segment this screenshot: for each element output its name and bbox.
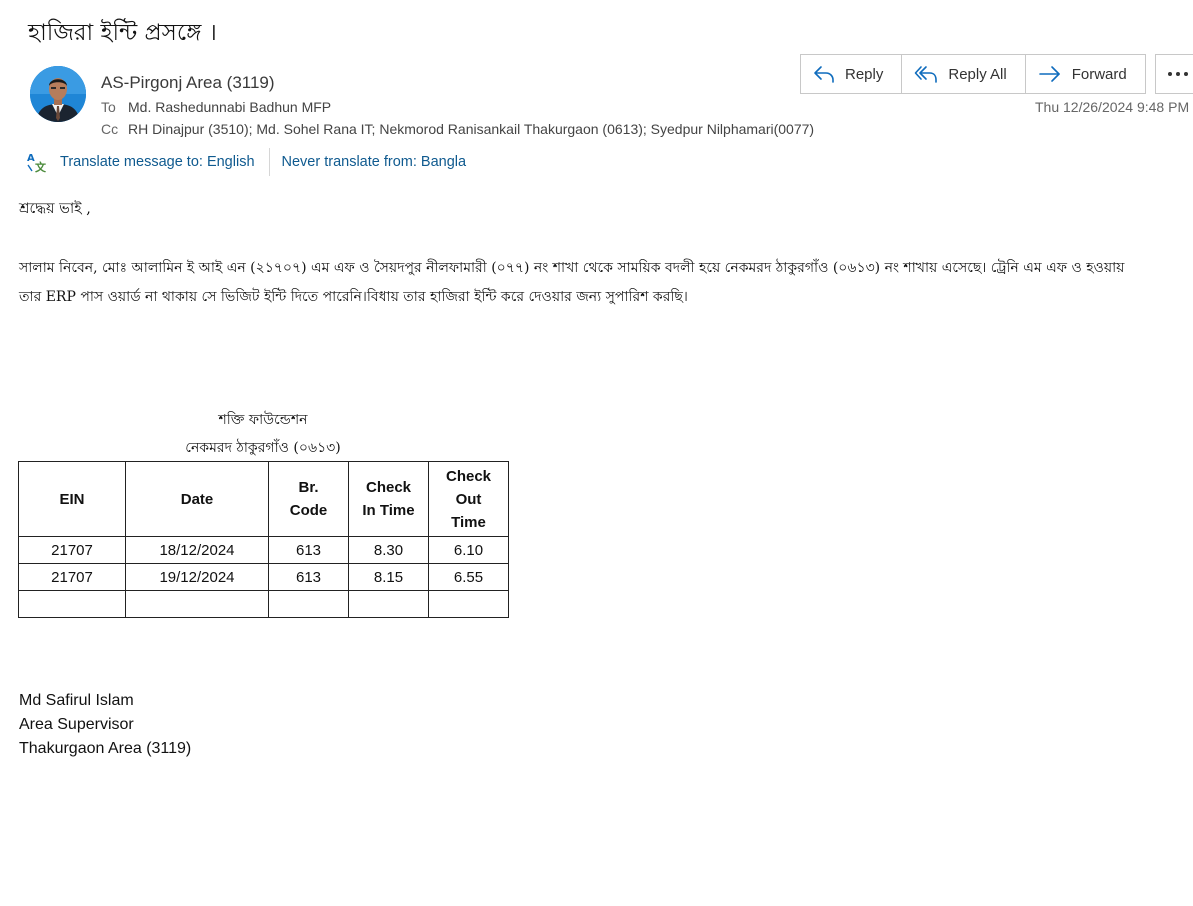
- sender-name[interactable]: AS-Pirgonj Area (3119): [101, 73, 275, 93]
- translate-bar: A 文 Translate message to: English Never …: [26, 148, 466, 176]
- body-paragraph-line-2: তার ERP পাস ওয়ার্ড না থাকায় সে ভিজিট ই…: [19, 289, 688, 305]
- header-date: Date: [125, 461, 269, 537]
- table-row: 21707 18/12/2024 613 8.30 6.10: [18, 536, 509, 564]
- forward-button[interactable]: Forward: [1026, 55, 1145, 93]
- reply-all-icon: [915, 66, 938, 83]
- cell-check-out: 6.10: [428, 536, 509, 564]
- email-subject: হাজিরা ইন্টি প্রসঙ্গে ।: [28, 20, 217, 46]
- header-br-code: Br. Code: [268, 461, 349, 537]
- cell-ein: [18, 590, 126, 618]
- forward-label: Forward: [1071, 65, 1127, 83]
- header-line: Code: [289, 502, 328, 519]
- header-line: Date: [180, 490, 214, 508]
- svg-text:A: A: [27, 153, 35, 164]
- table-row: 21707 19/12/2024 613 8.15 6.55: [18, 563, 509, 591]
- attendance-table: EIN Date Br. Code Check In Time Check Out Ti…: [18, 461, 509, 618]
- forward-icon: [1038, 66, 1060, 82]
- cell-date: [125, 590, 269, 618]
- reply-all-label: Reply All: [948, 65, 1007, 83]
- cell-check-out: 6.55: [428, 563, 509, 591]
- reply-button[interactable]: Reply: [801, 55, 903, 93]
- cell-check-in: 8.30: [348, 536, 429, 564]
- header-line: EIN: [59, 490, 85, 508]
- to-row: To Md. Rashedunnabi Badhun MFP: [101, 99, 331, 115]
- header-ein: EIN: [18, 461, 126, 537]
- translate-icon: A 文: [27, 153, 47, 173]
- signature-title: Area Supervisor: [19, 716, 134, 733]
- signature-area: Thakurgaon Area (3119): [19, 740, 192, 757]
- divider: [268, 148, 270, 176]
- greeting: শ্রদ্ধেয় ভাই ,: [19, 201, 91, 217]
- cell-ein: 21707: [18, 563, 126, 591]
- signature-name: Md Safirul Islam: [19, 692, 134, 709]
- header-check-in-time: Check In Time: [348, 461, 429, 537]
- branch-name: নেকমরদ ঠাকুরগাঁও (০৬১৩): [185, 440, 341, 456]
- never-translate-link[interactable]: Never translate from: Bangla: [282, 154, 467, 170]
- reply-label: Reply: [845, 65, 884, 83]
- header-line: Check: [365, 479, 412, 496]
- cell-date: 19/12/2024: [125, 563, 269, 591]
- table-row: [18, 590, 509, 618]
- cell-br-code: 613: [268, 536, 349, 564]
- header-line: In Time: [362, 502, 415, 519]
- header-line: Br.: [298, 479, 319, 496]
- cc-recipients[interactable]: RH Dinajpur (3510); Md. Sohel Rana IT; N…: [128, 121, 814, 137]
- cell-check-in: 8.15: [348, 563, 429, 591]
- more-actions-button[interactable]: [1155, 54, 1193, 94]
- cell-check-in: [348, 590, 429, 618]
- more-icon: [1168, 72, 1188, 76]
- cell-date: 18/12/2024: [125, 536, 269, 564]
- header-line: Out: [455, 490, 482, 508]
- reply-icon: [814, 66, 834, 83]
- svg-text:文: 文: [35, 160, 47, 173]
- cc-row: Cc RH Dinajpur (3510); Md. Sohel Rana IT;…: [101, 121, 814, 137]
- avatar-portrait: [30, 66, 86, 122]
- translate-message-link[interactable]: Translate message to: English: [60, 154, 255, 170]
- cell-br-code: 613: [268, 563, 349, 591]
- header-check-out-time: Check Out Time: [428, 461, 509, 537]
- header-line: Check: [445, 467, 492, 485]
- organization-name: শক্তি ফাউন্ডেশন: [218, 412, 308, 428]
- cell-ein: 21707: [18, 536, 126, 564]
- avatar[interactable]: [30, 66, 86, 122]
- cc-label: Cc: [101, 121, 119, 137]
- to-recipients[interactable]: Md. Rashedunnabi Badhun MFP: [128, 99, 331, 115]
- reply-all-button[interactable]: Reply All: [902, 55, 1026, 93]
- body-paragraph-line-1: সালাম নিবেন, মোঃ আলামিন ই আই এন (২১৭০৭) …: [19, 260, 1125, 276]
- timestamp: Thu 12/26/2024 9:48 PM: [1035, 99, 1190, 115]
- message-actions: Reply Reply All Forward: [800, 54, 1146, 94]
- cell-br-code: [268, 590, 349, 618]
- header-line: Time: [451, 513, 486, 531]
- table-header-row: EIN Date Br. Code Check In Time Check Out Ti…: [18, 461, 509, 537]
- to-label: To: [101, 99, 116, 115]
- cell-check-out: [428, 590, 509, 618]
